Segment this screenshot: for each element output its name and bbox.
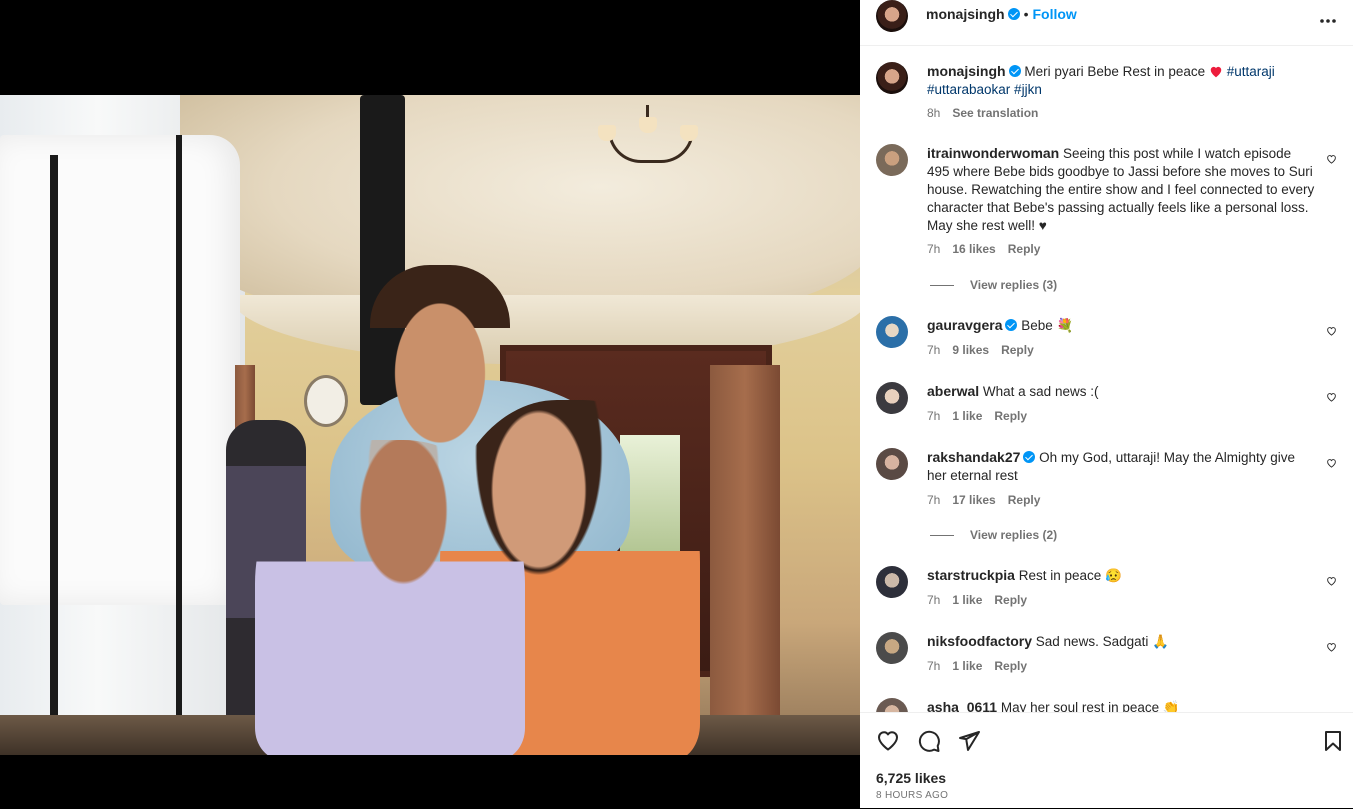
reply-button[interactable]: Reply	[994, 593, 1027, 607]
comment-bubble-icon[interactable]	[917, 729, 941, 753]
caption-username[interactable]: monajsingh	[927, 63, 1006, 79]
separator-dot: •	[1023, 6, 1029, 22]
comment-body: asha_0611 May her soul rest in peace 👏	[927, 698, 1317, 712]
comment-meta: 7h 9 likes Reply	[927, 343, 1046, 357]
comment-time: 7h	[927, 493, 941, 507]
share-send-icon[interactable]	[957, 729, 981, 753]
like-comment-icon[interactable]	[1326, 458, 1337, 468]
comment-text: May her soul rest in peace 👏	[1000, 700, 1180, 712]
see-translation-link[interactable]: See translation	[952, 106, 1038, 120]
post-timestamp: 8 HOURS AGO	[876, 790, 949, 801]
reply-button[interactable]: Reply	[1001, 343, 1034, 357]
like-heart-icon[interactable]	[876, 729, 900, 753]
commenter-username[interactable]: starstruckpia	[927, 567, 1015, 583]
post-actions: 6,725 likes 8 HOURS AGO	[860, 712, 1353, 809]
comment-meta: 7h 1 like Reply	[927, 659, 1039, 673]
comment-meta: 7h 17 likes Reply	[927, 493, 1052, 507]
comment-likes[interactable]: 9 likes	[952, 343, 989, 357]
photo-light-umbrella	[0, 135, 240, 605]
photo-young-man	[370, 265, 510, 445]
commenter-username[interactable]: niksfoodfactory	[927, 633, 1032, 649]
commenter-avatar[interactable]	[876, 382, 908, 414]
caption-body: monajsingh Meri pyari Bebe Rest in peace…	[927, 62, 1317, 99]
comment-body: gauravgera Bebe 💐	[927, 316, 1317, 335]
commenter-avatar[interactable]	[876, 632, 908, 664]
commenter-avatar[interactable]	[876, 316, 908, 348]
photo-elder-woman	[255, 440, 525, 755]
post-photo[interactable]	[0, 95, 860, 755]
like-count[interactable]: 6,725 likes	[876, 770, 946, 786]
commenter-username[interactable]: asha_0611	[927, 699, 997, 712]
comment-meta: 7h 1 like Reply	[927, 409, 1039, 423]
view-replies-button[interactable]: View replies (2)	[930, 528, 1057, 542]
photo-wall-clock	[304, 375, 348, 427]
like-comment-icon[interactable]	[1326, 392, 1337, 402]
commenter-username[interactable]: aberwal	[927, 383, 979, 399]
photo-tripod	[50, 155, 58, 755]
comment-likes[interactable]: 16 likes	[952, 242, 995, 256]
comment-time: 7h	[927, 242, 941, 256]
comment-meta: 7h 1 like Reply	[927, 593, 1039, 607]
like-comment-icon[interactable]	[1326, 326, 1337, 336]
hashtag-link[interactable]: #uttarabaokar #jjkn	[927, 82, 1042, 97]
comment-time: 7h	[927, 659, 941, 673]
comment-meta: 7h 16 likes Reply	[927, 242, 1052, 256]
view-replies-button[interactable]: View replies (3)	[930, 278, 1057, 292]
hashtag-link[interactable]: #uttaraji	[1227, 64, 1275, 79]
comment-body: aberwal What a sad news :(	[927, 382, 1317, 401]
photo-tripod	[176, 135, 182, 755]
comment-time: 7h	[927, 593, 941, 607]
verified-icon	[1023, 451, 1036, 463]
comment-body: itrainwonderwoman Seeing this post while…	[927, 144, 1317, 235]
comment-time: 7h	[927, 343, 941, 357]
comments-list[interactable]: monajsingh Meri pyari Bebe Rest in peace…	[860, 46, 1353, 712]
save-bookmark-icon[interactable]	[1321, 729, 1345, 753]
commenter-avatar[interactable]	[876, 566, 908, 598]
commenter-avatar[interactable]	[876, 698, 908, 712]
reply-button[interactable]: Reply	[1008, 493, 1041, 507]
comment-text: Bebe 💐	[1021, 318, 1074, 333]
commenter-avatar[interactable]	[876, 448, 908, 480]
comment-likes[interactable]: 17 likes	[952, 493, 995, 507]
reply-button[interactable]: Reply	[994, 409, 1027, 423]
commenter-username[interactable]: rakshandak27	[927, 449, 1020, 465]
verified-icon	[1008, 65, 1021, 77]
like-comment-icon[interactable]	[1326, 154, 1337, 164]
like-comment-icon[interactable]	[1326, 576, 1337, 586]
post-media	[0, 0, 860, 808]
verified-icon	[1005, 319, 1018, 331]
commenter-username[interactable]: itrainwonderwoman	[927, 145, 1059, 161]
commenter-avatar[interactable]	[876, 144, 908, 176]
reply-button[interactable]: Reply	[994, 659, 1027, 673]
photo-chandelier	[598, 105, 698, 180]
caption-time: 8h	[927, 106, 941, 120]
verified-icon	[1007, 8, 1020, 20]
comment-text: Sad news. Sadgati 🙏	[1035, 634, 1169, 649]
comment-body: rakshandak27 Oh my God, uttaraji! May th…	[927, 448, 1317, 485]
reply-button[interactable]: Reply	[1008, 242, 1041, 256]
comment-text: Rest in peace 😥	[1018, 568, 1122, 583]
red-heart-icon	[1210, 66, 1222, 78]
commenter-username[interactable]: gauravgera	[927, 317, 1002, 333]
caption-text: Meri pyari Bebe Rest in peace	[1024, 64, 1206, 79]
comment-time: 7h	[927, 409, 941, 423]
post-header: monajsingh • Follow	[860, 0, 1353, 46]
like-comment-icon[interactable]	[1326, 642, 1337, 652]
comment-body: starstruckpia Rest in peace 😥	[927, 566, 1317, 585]
comment-likes[interactable]: 1 like	[952, 659, 982, 673]
comment-text: What a sad news :(	[982, 384, 1099, 399]
caption-meta: 8h See translation	[927, 106, 1050, 120]
comment-likes[interactable]: 1 like	[952, 593, 982, 607]
comment-likes[interactable]: 1 like	[952, 409, 982, 423]
photo-curtain	[710, 365, 780, 755]
author-username[interactable]: monajsingh	[926, 6, 1005, 22]
more-options-icon[interactable]	[1319, 8, 1337, 29]
comment-body: niksfoodfactory Sad news. Sadgati 🙏	[927, 632, 1317, 651]
post-side-panel: monajsingh • Follow monajsingh Meri pyari …	[860, 0, 1353, 808]
photo-ceiling	[180, 95, 860, 325]
follow-button[interactable]: Follow	[1032, 6, 1076, 22]
author-avatar[interactable]	[876, 0, 908, 32]
caption-avatar[interactable]	[876, 62, 908, 94]
